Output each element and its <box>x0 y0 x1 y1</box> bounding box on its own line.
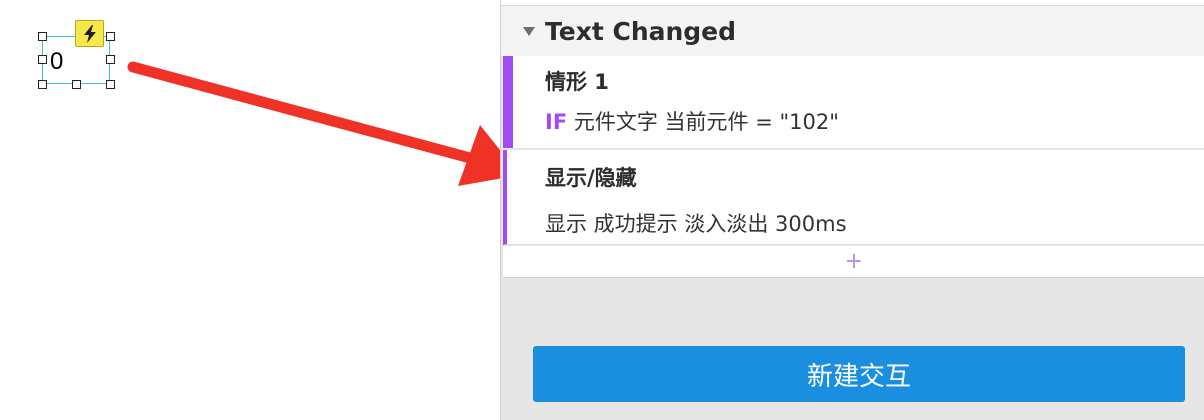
annotation-arrow <box>127 61 520 186</box>
add-action-button[interactable]: + <box>503 246 1204 278</box>
interaction-panel: Text Changed 情形 1 IF 元件文字 当前元件 = "102" 显… <box>500 0 1204 420</box>
case-name: 情形 1 <box>545 70 609 94</box>
new-interaction-button[interactable]: 新建交互 <box>533 346 1185 402</box>
event-title: Text Changed <box>545 16 737 46</box>
plus-icon: + <box>844 249 864 274</box>
action-block[interactable]: 显示/隐藏 显示 成功提示 淡入淡出 300ms <box>503 150 1204 245</box>
condition-text: 元件文字 当前元件 = "102" <box>573 110 839 134</box>
collapse-caret-icon[interactable] <box>523 26 535 36</box>
action-description: 显示 成功提示 淡入淡出 300ms <box>545 212 847 236</box>
event-header[interactable]: Text Changed <box>501 6 1204 56</box>
case-condition: IF 元件文字 当前元件 = "102" <box>545 106 839 136</box>
if-keyword: IF <box>545 110 568 134</box>
action-title: 显示/隐藏 <box>545 166 637 190</box>
case-block[interactable]: 情形 1 IF 元件文字 当前元件 = "102" <box>503 56 1204 148</box>
